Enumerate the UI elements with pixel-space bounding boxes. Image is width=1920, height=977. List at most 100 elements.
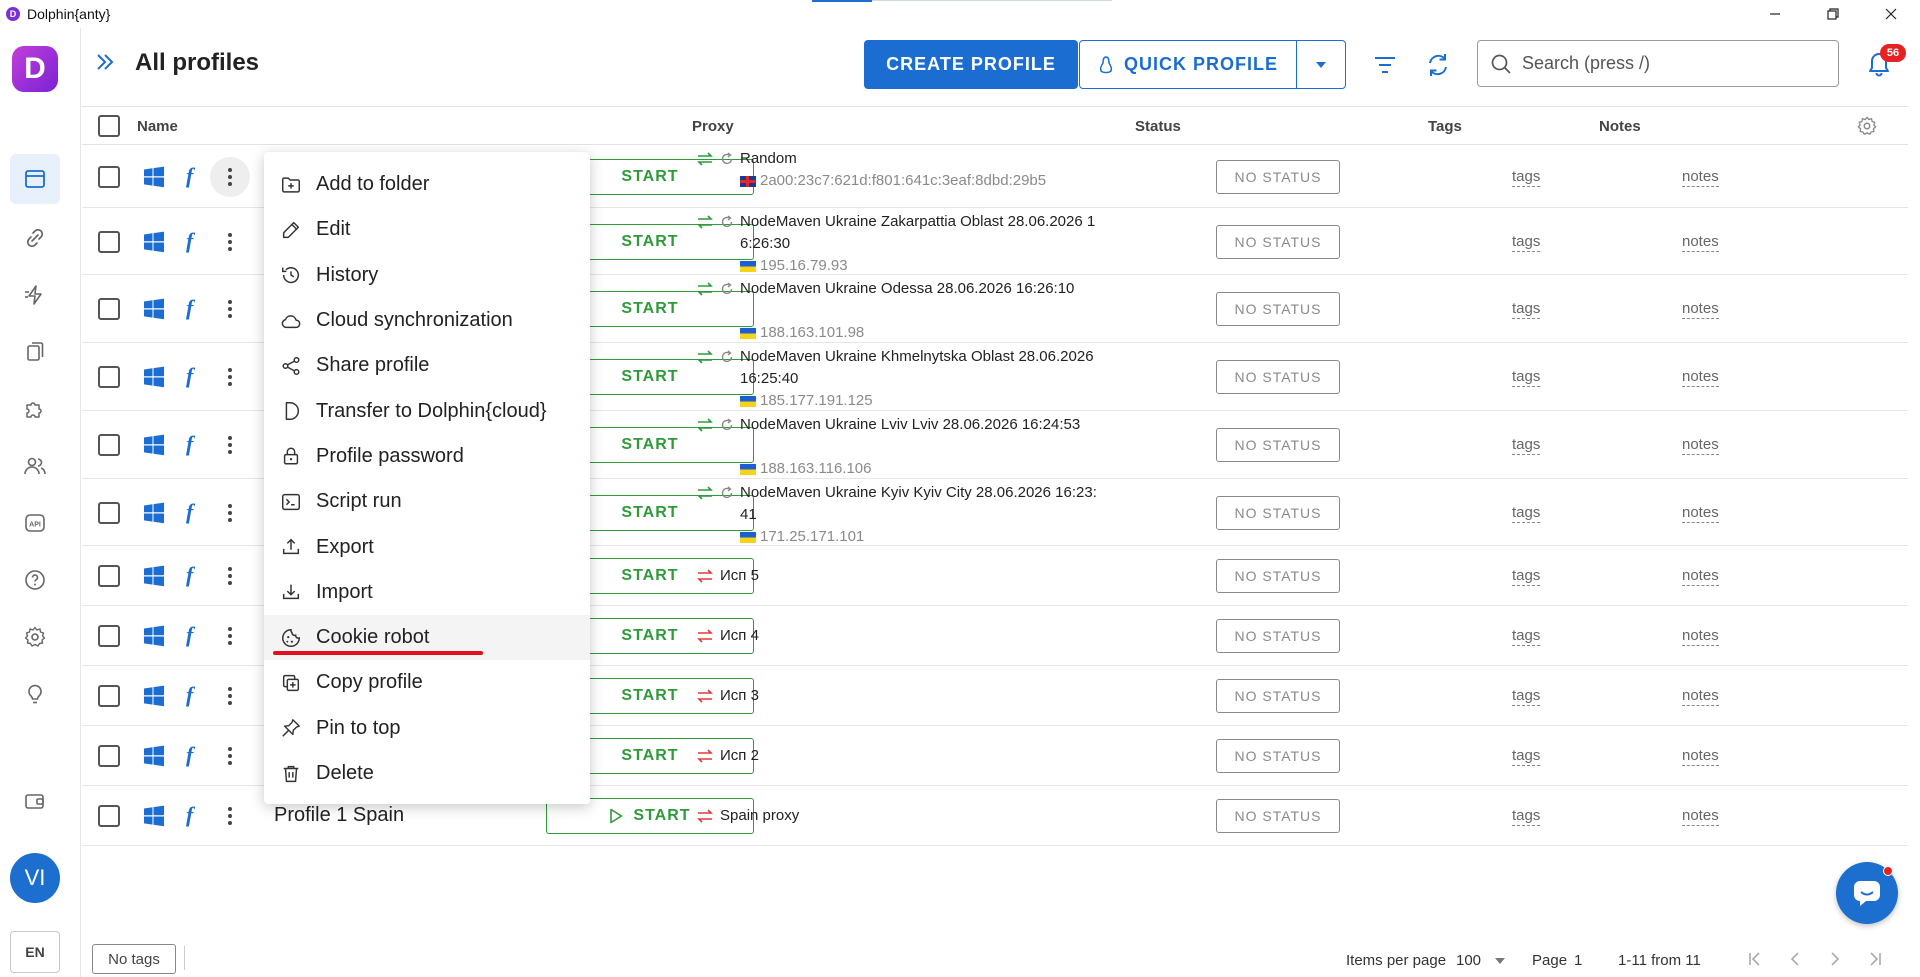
proxy-cell[interactable]: NodeMaven Ukraine Zakarpattia Oblast 28.… (696, 211, 1176, 277)
menu-item-pin-to-top[interactable]: Pin to top (264, 706, 590, 751)
tags-link[interactable]: tags (1512, 627, 1541, 646)
status-badge[interactable]: NO STATUS (1216, 619, 1340, 653)
sidebar-item-api[interactable]: API (10, 498, 60, 548)
tags-link[interactable]: tags (1512, 436, 1541, 455)
sidebar-item-proxies[interactable] (10, 213, 60, 263)
user-avatar[interactable]: VI (10, 853, 60, 903)
status-badge[interactable]: NO STATUS (1216, 428, 1340, 462)
row-actions-button[interactable] (210, 289, 250, 329)
menu-item-add-to-folder[interactable]: Add to folder (264, 162, 590, 207)
proxy-cell[interactable]: NodeMaven Ukraine Odessa 28.06.2026 16:2… (696, 278, 1176, 344)
filter-icon[interactable] (1372, 52, 1398, 78)
notes-link[interactable]: notes (1682, 233, 1719, 252)
create-profile-button[interactable]: CREATE PROFILE (864, 40, 1078, 89)
tags-link[interactable]: tags (1512, 807, 1541, 826)
menu-item-history[interactable]: History (264, 253, 590, 298)
status-badge[interactable]: NO STATUS (1216, 679, 1340, 713)
next-page-icon[interactable] (1826, 950, 1844, 968)
status-badge[interactable]: NO STATUS (1216, 739, 1340, 773)
row-checkbox[interactable] (98, 745, 120, 767)
menu-item-share-profile[interactable]: Share profile (264, 343, 590, 388)
status-badge[interactable]: NO STATUS (1216, 559, 1340, 593)
no-tags-chip[interactable]: No tags (92, 944, 176, 974)
status-badge[interactable]: NO STATUS (1216, 495, 1340, 530)
search-input[interactable] (1522, 53, 1812, 74)
column-status[interactable]: Status (1135, 118, 1181, 135)
sidebar-item-extensions[interactable] (10, 384, 60, 434)
row-checkbox[interactable] (98, 805, 120, 827)
last-page-icon[interactable] (1866, 950, 1884, 968)
proxy-cell[interactable]: Исп 4 (696, 625, 1176, 647)
row-actions-button[interactable] (210, 556, 250, 596)
notes-link[interactable]: notes (1682, 687, 1719, 706)
first-page-icon[interactable] (1746, 950, 1764, 968)
proxy-cell[interactable]: Исп 3 (696, 685, 1176, 707)
notes-link[interactable]: notes (1682, 567, 1719, 586)
quick-profile-dropdown-button[interactable] (1296, 40, 1346, 89)
proxy-cell[interactable]: NodeMaven Ukraine Kyiv Kyiv City 28.06.2… (696, 482, 1176, 548)
row-checkbox[interactable] (98, 366, 120, 388)
status-badge[interactable]: NO STATUS (1216, 799, 1340, 833)
columns-settings-gear-icon[interactable] (1856, 115, 1878, 137)
notes-link[interactable]: notes (1682, 747, 1719, 766)
row-checkbox[interactable] (98, 685, 120, 707)
quick-profile-button[interactable]: QUICK PROFILE (1079, 40, 1297, 89)
sidebar-item-profiles[interactable] (10, 154, 60, 204)
row-checkbox[interactable] (98, 165, 120, 188)
row-actions-button[interactable] (210, 616, 250, 656)
row-actions-button[interactable] (210, 156, 250, 197)
row-checkbox[interactable] (98, 230, 120, 253)
sidebar-item-ideas[interactable] (10, 669, 60, 719)
notes-link[interactable]: notes (1682, 807, 1719, 826)
column-tags[interactable]: Tags (1428, 118, 1462, 135)
notes-link[interactable]: notes (1682, 368, 1719, 387)
status-badge[interactable]: NO STATUS (1216, 292, 1340, 326)
close-button[interactable] (1868, 0, 1914, 28)
notes-link[interactable]: notes (1682, 300, 1719, 319)
search-field[interactable] (1477, 40, 1839, 87)
sidebar-item-bookmarks[interactable] (10, 327, 60, 377)
menu-item-transfer-to-dolphin-cloud[interactable]: Transfer to Dolphin{cloud} (264, 388, 590, 433)
row-actions-button[interactable] (210, 357, 250, 397)
previous-page-icon[interactable] (1786, 950, 1804, 968)
menu-item-delete[interactable]: Delete (264, 751, 590, 796)
profile-name[interactable]: Profile 1 Spain (274, 804, 404, 827)
items-per-page-select[interactable]: 100 (1456, 952, 1506, 969)
proxy-cell[interactable]: Random 2a00:23c7:621d:f801:641c:3eaf:8dbd… (696, 148, 1176, 192)
sidebar-item-help[interactable] (10, 555, 60, 605)
tags-link[interactable]: tags (1512, 368, 1541, 387)
row-checkbox[interactable] (98, 565, 120, 587)
notes-link[interactable]: notes (1682, 436, 1719, 455)
status-badge[interactable]: NO STATUS (1216, 159, 1340, 194)
tags-link[interactable]: tags (1512, 687, 1541, 706)
row-checkbox[interactable] (98, 501, 120, 524)
double-chevron-right-icon[interactable] (94, 51, 116, 73)
sidebar-item-team[interactable] (10, 441, 60, 491)
proxy-cell[interactable]: Исп 5 (696, 565, 1176, 587)
menu-item-export[interactable]: Export (264, 524, 590, 569)
sidebar-item-wallet[interactable] (10, 776, 60, 826)
proxy-cell[interactable]: NodeMaven Ukraine Khmelnytska Oblast 28.… (696, 346, 1176, 412)
dolphin-logo[interactable]: D (12, 46, 58, 92)
column-notes[interactable]: Notes (1599, 118, 1641, 135)
tags-link[interactable]: tags (1512, 504, 1541, 523)
notes-link[interactable]: notes (1682, 627, 1719, 646)
menu-item-cloud-synchronization[interactable]: Cloud synchronization (264, 298, 590, 343)
status-badge[interactable]: NO STATUS (1216, 360, 1340, 394)
row-actions-button[interactable] (210, 796, 250, 836)
menu-item-script-run[interactable]: Script run (264, 479, 590, 524)
tags-link[interactable]: tags (1512, 233, 1541, 252)
minimize-button[interactable] (1752, 0, 1798, 28)
status-badge[interactable]: NO STATUS (1216, 224, 1340, 259)
row-actions-button[interactable] (210, 425, 250, 465)
row-checkbox[interactable] (98, 434, 120, 456)
select-all-checkbox[interactable] (98, 115, 120, 137)
row-actions-button[interactable] (210, 493, 250, 533)
proxy-cell[interactable]: NodeMaven Ukraine Lviv Lviv 28.06.2026 1… (696, 414, 1176, 480)
language-button[interactable]: EN (10, 931, 60, 973)
sidebar-item-automation[interactable] (10, 270, 60, 320)
refresh-icon[interactable] (1424, 51, 1452, 79)
row-actions-button[interactable] (210, 222, 250, 262)
column-name[interactable]: Name (137, 118, 178, 135)
page-number-select[interactable]: 1 (1574, 952, 1582, 969)
